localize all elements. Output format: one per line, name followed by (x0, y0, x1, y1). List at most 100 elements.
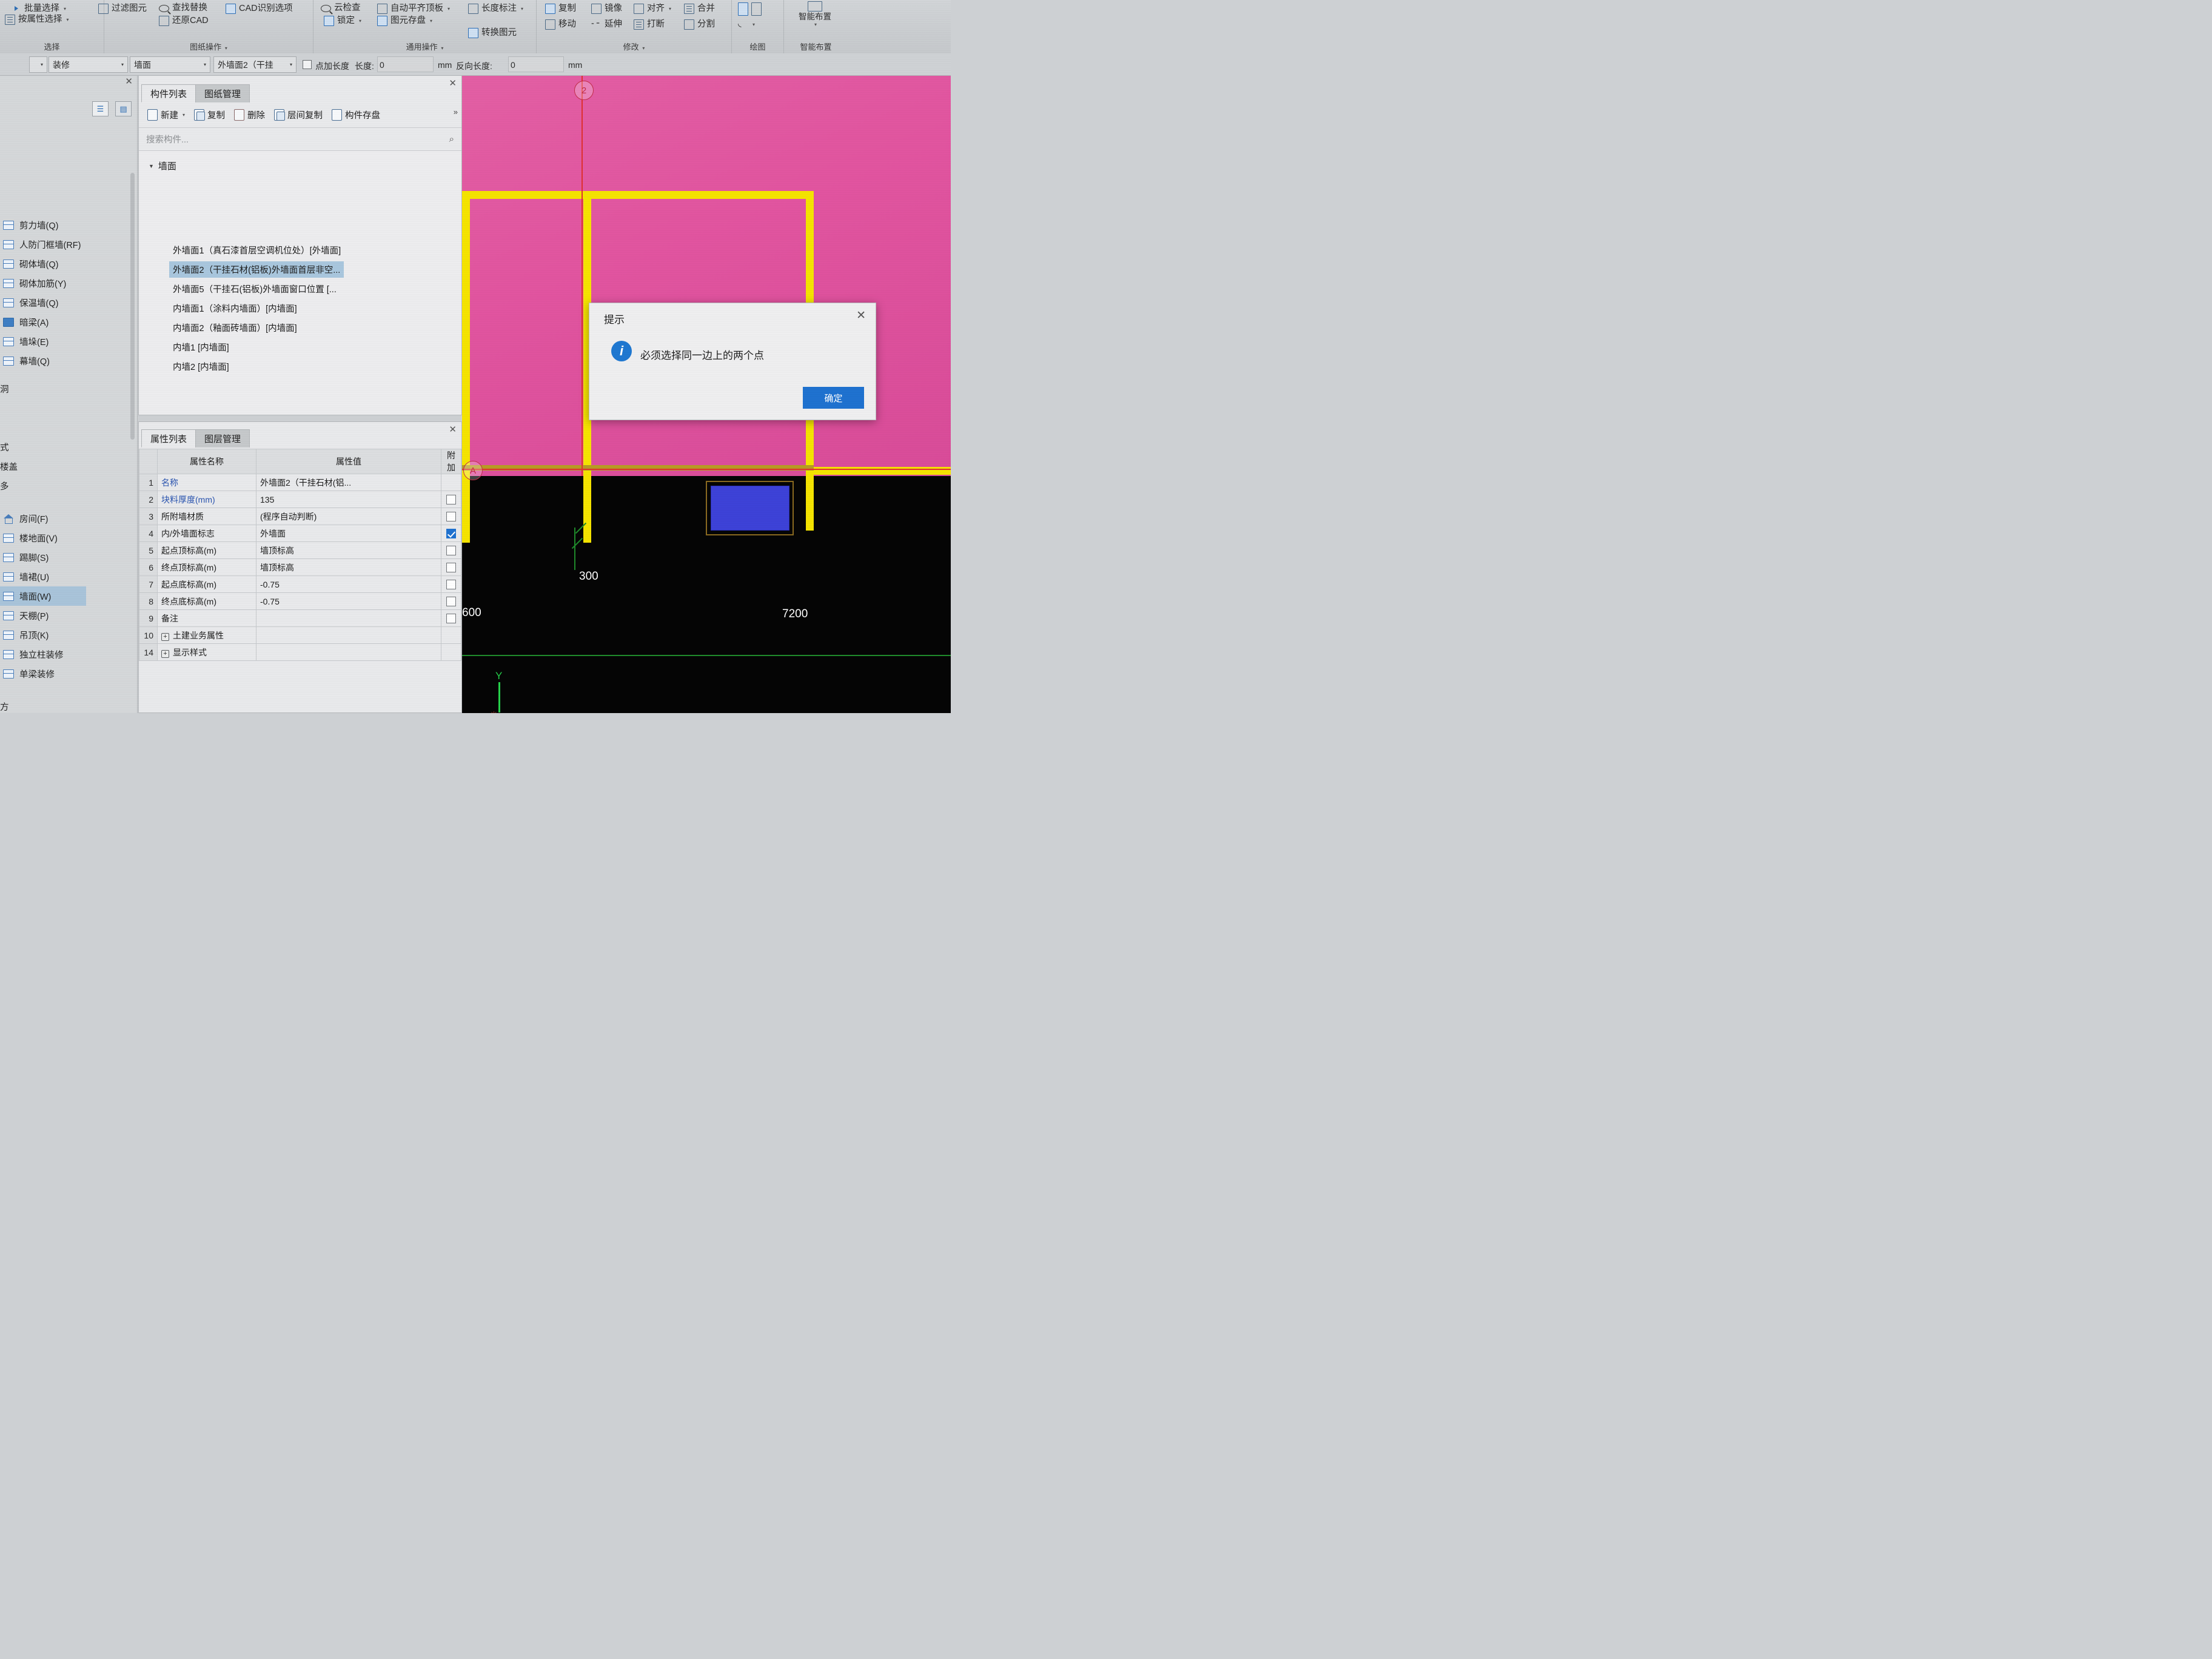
sidebar-item-6[interactable]: 墙垛(E) (0, 332, 137, 351)
tab-property-list[interactable]: 属性列表 (141, 429, 196, 447)
list-item[interactable]: 外墙面5（干挂石(铝板)外墙面窗口位置 [... (169, 281, 340, 297)
sidebar-item-4[interactable]: 保温墙(Q) (0, 293, 137, 312)
ribbon-copy[interactable]: 复制 (545, 4, 576, 14)
grid-view-button[interactable]: ▤ (115, 101, 132, 116)
component-dropdown[interactable]: 外墙面2（干挂 ▾ (213, 56, 297, 73)
sidebar-item-11[interactable]: 墙裙(U) (0, 567, 137, 586)
ribbon-merge[interactable]: 合并 (684, 4, 715, 14)
property-value[interactable]: (程序自动判断) (256, 508, 441, 525)
attach-checkbox[interactable] (446, 495, 456, 505)
sidebar-item-8[interactable]: 房间(F) (0, 509, 137, 528)
sidebar-item-3[interactable]: 砌体加筋(Y) (0, 273, 137, 293)
ribbon-cloud-check[interactable]: 云检查 (321, 4, 361, 13)
property-value[interactable]: 墙顶标高 (256, 541, 441, 559)
property-value[interactable]: 外墙面2（干挂石材(铝... (256, 474, 441, 491)
list-item[interactable]: 内墙1 [内墙面] (169, 339, 233, 355)
search-component-row[interactable]: 搜索构件... ⌕ (139, 128, 461, 151)
sidebar-item-5[interactable]: 暗梁(A) (0, 312, 137, 332)
sidebar-item-10[interactable]: 踢脚(S) (0, 548, 137, 567)
table-row[interactable]: 1 名称 外墙面2（干挂石材(铝... (139, 474, 461, 491)
search-input[interactable]: 搜索构件... (146, 133, 189, 146)
table-row[interactable]: 7 起点底标高(m) -0.75 (139, 575, 461, 593)
property-value[interactable]: -0.75 (256, 575, 441, 593)
new-component-button[interactable]: 新建 ▾ (144, 107, 189, 123)
property-value[interactable]: 外墙面 (256, 525, 441, 542)
length-input[interactable] (377, 56, 434, 72)
discipline-dropdown[interactable]: 装修 ▾ (49, 56, 128, 73)
ribbon-filter-element[interactable]: 过滤图元 (98, 4, 147, 14)
nav-scrollbar[interactable] (130, 173, 135, 440)
copy-between-floors-button[interactable]: 层间复制 (270, 107, 326, 123)
property-value[interactable] (256, 626, 441, 644)
ribbon-element-save[interactable]: 图元存盘 ▾ (377, 16, 432, 26)
property-value[interactable]: 墙顶标高 (256, 558, 441, 576)
close-icon[interactable]: ✕ (449, 424, 457, 435)
sidebar-item-16[interactable]: 单梁装修 (0, 664, 137, 683)
attach-checkbox[interactable] (446, 580, 456, 590)
tab-component-list[interactable]: 构件列表 (141, 84, 196, 102)
attach-checkbox[interactable] (446, 563, 456, 573)
sidebar-item-15[interactable]: 独立柱装修 (0, 645, 137, 664)
sidebar-item-0[interactable]: 剪力墙(Q) (0, 215, 137, 235)
table-row[interactable]: 5 起点顶标高(m) 墙顶标高 (139, 541, 461, 559)
table-row[interactable]: 4 内/外墙面标志 外墙面 (139, 525, 461, 542)
ribbon-align[interactable]: 对齐 ▾ (634, 4, 671, 14)
tab-drawing-management[interactable]: 图纸管理 (195, 84, 250, 102)
ribbon-smart-layout[interactable]: 智能布置 ▾ (799, 1, 831, 27)
ribbon-draw-arc[interactable]: ◟ ▾ (738, 19, 755, 30)
ribbon-lock[interactable]: 锁定 ▾ (324, 16, 361, 26)
ribbon-find-replace[interactable]: 查找替换 (159, 4, 207, 13)
list-item[interactable]: 内墙面1（涂料内墙面）[内墙面] (169, 300, 301, 317)
property-value[interactable]: 135 (256, 491, 441, 508)
attach-checkbox[interactable] (446, 597, 456, 607)
tree-group-wall-face[interactable]: ▼ 墙面 (149, 159, 176, 172)
ribbon-restore-cad[interactable]: 还原CAD (159, 16, 209, 26)
list-item[interactable]: 内墙2 [内墙面] (169, 358, 233, 375)
table-row[interactable]: 9 备注 (139, 609, 461, 627)
ribbon-mirror[interactable]: 镜像 (591, 4, 622, 14)
sidebar-item-12[interactable]: 墙面(W) (0, 586, 86, 606)
sidebar-item-13[interactable]: 天棚(P) (0, 606, 137, 625)
tab-layer-management[interactable]: 图层管理 (195, 429, 250, 447)
list-item[interactable]: 内墙面2（釉面砖墙面）[内墙面] (169, 320, 301, 336)
list-item[interactable]: 外墙面2（干挂石材(铝板)外墙面首层非空... (169, 261, 344, 278)
sidebar-item-2[interactable]: 砌体墙(Q) (0, 254, 137, 273)
axis-marker-2[interactable]: 2 (574, 81, 594, 100)
sidebar-item-1[interactable]: 人防门框墙(RF) (0, 235, 137, 254)
option-left-dropdown[interactable]: ▾ (29, 56, 47, 73)
table-row[interactable]: 10 + 土建业务属性 (139, 626, 461, 644)
toolbar-overflow-icon[interactable]: » (454, 107, 458, 116)
attach-checkbox[interactable] (446, 546, 456, 556)
ribbon-batch-select[interactable]: 批量选择 ▾ (11, 4, 66, 14)
ribbon-property-select[interactable]: 按属性选择 ▾ (5, 15, 69, 25)
close-icon[interactable]: ✕ (125, 76, 133, 87)
reverse-length-input[interactable] (508, 56, 564, 72)
attach-checkbox[interactable] (446, 614, 456, 624)
list-item[interactable]: 外墙面1（真石漆首层空调机位处）[外墙面] (169, 242, 344, 258)
table-row[interactable]: 8 终点底标高(m) -0.75 (139, 592, 461, 610)
delete-component-button[interactable]: 删除 (230, 107, 269, 123)
table-row[interactable]: 2 块料厚度(mm) 135 (139, 491, 461, 508)
sidebar-item-14[interactable]: 吊顶(K) (0, 625, 137, 645)
ribbon-length-dim[interactable]: 长度标注 ▾ (468, 4, 523, 14)
axis-marker-a[interactable]: A (463, 461, 483, 480)
ribbon-auto-align-top[interactable]: 自动平齐顶板 ▾ (377, 4, 450, 14)
expand-icon[interactable]: + (161, 649, 169, 658)
table-row[interactable]: 14 + 显示样式 (139, 643, 461, 661)
sidebar-item-7[interactable]: 幕墙(Q) (0, 351, 137, 370)
ribbon-cad-options[interactable]: CAD识别选项 (226, 4, 293, 14)
list-view-button[interactable]: ☰ (92, 101, 109, 116)
ribbon-break[interactable]: 打断 (634, 19, 665, 30)
property-value[interactable]: -0.75 (256, 592, 441, 610)
table-row[interactable]: 6 终点顶标高(m) 墙顶标高 (139, 558, 461, 576)
property-value[interactable] (256, 609, 441, 627)
confirm-button[interactable]: 确定 (803, 387, 864, 409)
property-value[interactable] (256, 643, 441, 661)
copy-component-button[interactable]: 复制 (190, 107, 229, 123)
attach-checkbox[interactable] (446, 529, 456, 539)
ribbon-draw-line[interactable] (738, 2, 762, 16)
expand-icon[interactable]: + (161, 632, 169, 641)
save-component-button[interactable]: 构件存盘 (328, 107, 384, 123)
close-icon[interactable]: ✕ (856, 310, 866, 321)
sidebar-item-9[interactable]: 楼地面(V) (0, 528, 137, 548)
